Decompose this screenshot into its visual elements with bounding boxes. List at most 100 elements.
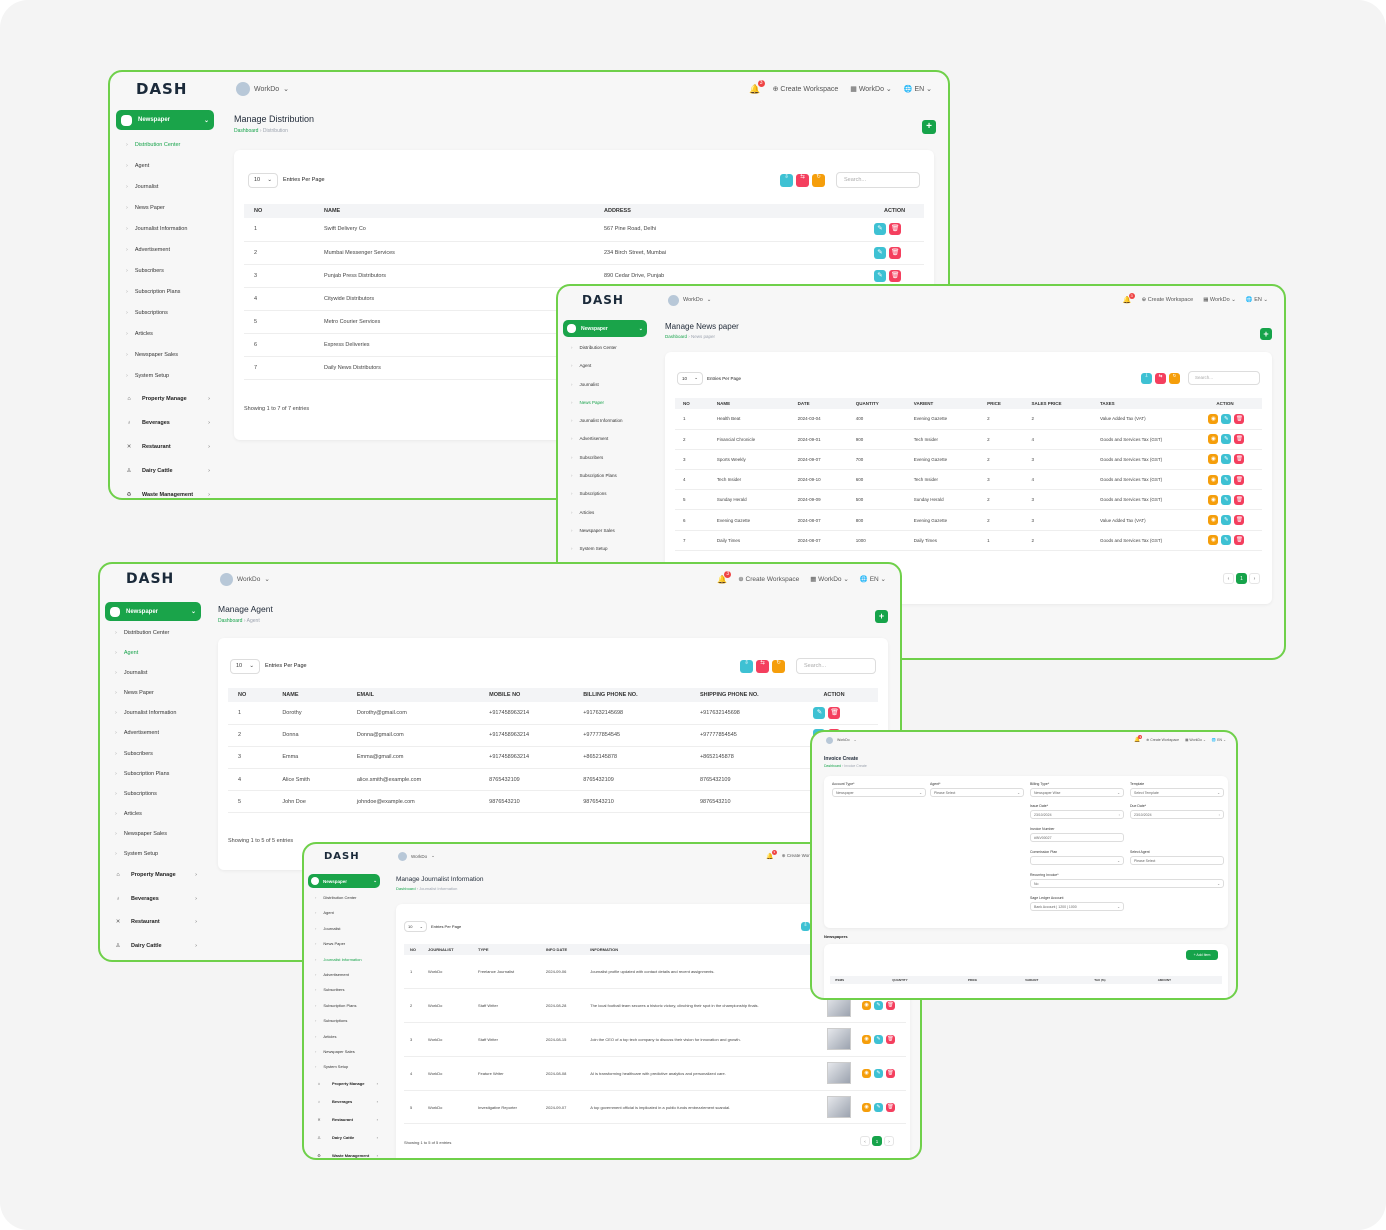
eye-icon[interactable]: ◉ — [1208, 515, 1219, 526]
commission-plan-select[interactable]: ⌄ — [1030, 856, 1124, 865]
bell-icon[interactable]: 🔔 3 — [1134, 735, 1143, 743]
sidebar-item[interactable]: Journalist — [571, 376, 654, 394]
workspace-switcher[interactable]: WorkDo ⌄ — [668, 294, 711, 306]
sidebar-group[interactable]: ♻ Waste Management › — [312, 1147, 378, 1158]
issue-date-input[interactable]: 23/10/2024 ▫ — [1030, 810, 1124, 819]
workspace-menu[interactable]: ▦ WorkDo ⌄ — [810, 575, 849, 583]
delete-icon[interactable]: 🗑 — [885, 1001, 895, 1011]
search-input[interactable]: Search... — [1188, 371, 1260, 385]
delete-icon[interactable]: 🗑 — [889, 246, 901, 259]
delete-icon[interactable]: 🗑 — [889, 269, 901, 282]
sidebar-item[interactable]: Newspaper Sales — [571, 522, 654, 540]
edit-icon[interactable]: ✎ — [1221, 494, 1232, 505]
account-type-select[interactable]: Newspaper ⌄ — [832, 788, 926, 797]
page-button[interactable]: 1 — [1236, 573, 1247, 584]
bell-icon[interactable]: 🔔 3 — [717, 570, 732, 584]
per-page-select[interactable]: 10 ⌄ — [404, 921, 427, 932]
add-item-button[interactable]: + Add Item — [1186, 950, 1218, 960]
edit-icon[interactable]: ✎ — [1221, 434, 1232, 445]
column-header[interactable]: ACTION — [874, 204, 924, 218]
sidebar-item[interactable]: Agent — [571, 357, 654, 375]
sidebar-item[interactable]: Advertisement — [571, 430, 654, 448]
breadcrumb-home[interactable]: Dashboard — [665, 334, 687, 339]
refresh-icon[interactable]: ↻ — [812, 173, 825, 187]
delete-icon[interactable]: 🗑 — [1234, 434, 1245, 445]
sidebar-group[interactable]: ♻ Waste Management › — [122, 483, 210, 498]
edit-icon[interactable]: ✎ — [874, 246, 886, 259]
sidebar-item[interactable]: Journalist — [126, 177, 222, 198]
delete-icon[interactable]: 🗑 — [885, 1034, 895, 1044]
per-page-select[interactable]: 10 ⌄ — [248, 172, 278, 188]
delete-icon[interactable]: 🗑 — [1234, 413, 1245, 424]
sidebar-item[interactable]: Subscription Plans — [571, 467, 654, 485]
column-header[interactable]: NAME — [314, 204, 594, 218]
sidebar-item[interactable]: Subscribers — [126, 261, 222, 282]
sidebar-item[interactable]: System Setup — [315, 1059, 386, 1074]
sidebar-group[interactable]: ♙ Dairy Cattle › — [122, 459, 210, 483]
sidebar-newspaper-group[interactable]: Newspaper ⌄ — [116, 110, 214, 130]
sidebar-item[interactable]: Subscribers — [115, 744, 206, 764]
download-icon[interactable]: ⇩ — [801, 922, 810, 931]
sidebar-group[interactable]: ✕ Restaurant › — [122, 435, 210, 459]
sidebar-item[interactable]: Subscriptions — [571, 485, 654, 503]
column-header[interactable]: JOURNALIST — [422, 944, 473, 955]
edit-icon[interactable]: ✎ — [1221, 413, 1232, 424]
column-header[interactable]: ACTION — [813, 688, 878, 702]
delete-icon[interactable]: 🗑 — [1234, 515, 1245, 526]
sidebar-group[interactable]: ♁ Beverages › — [122, 411, 210, 435]
workspace-switcher[interactable]: WorkDo ⌄ — [236, 82, 289, 96]
sidebar-item[interactable]: Subscriptions — [126, 303, 222, 324]
select-agent-input[interactable]: Please Select — [1130, 856, 1224, 865]
column-header[interactable]: EMAIL — [346, 688, 480, 702]
sidebar-newspaper-group[interactable]: Newspaper ⌄ — [563, 320, 647, 337]
sidebar-group[interactable]: ⌂ Property Manage › — [111, 864, 197, 888]
prev-page-button[interactable]: ‹ — [860, 1136, 870, 1146]
workspace-switcher[interactable]: WorkDo ⌄ — [398, 851, 435, 861]
sidebar-item[interactable]: Agent — [115, 643, 206, 663]
eye-icon[interactable]: ◉ — [1208, 454, 1219, 465]
sidebar-item[interactable]: Newspaper Sales — [115, 824, 206, 844]
sidebar-group[interactable]: ♙ Dairy Cattle › — [312, 1129, 378, 1147]
sidebar-item[interactable]: Distribution Center — [315, 890, 386, 905]
sidebar-item[interactable]: Journalist — [115, 663, 206, 683]
edit-icon[interactable]: ✎ — [1221, 515, 1232, 526]
page-button[interactable]: 1 — [872, 1136, 882, 1146]
column-header[interactable]: ADDRESS — [594, 204, 874, 218]
breadcrumb-home[interactable]: Dashboard — [234, 128, 258, 134]
delete-icon[interactable]: 🗑 — [1234, 474, 1245, 485]
sidebar-item[interactable]: Articles — [571, 504, 654, 522]
sidebar-item[interactable]: Subscriptions — [115, 784, 206, 804]
eye-icon[interactable]: ◉ — [861, 1102, 871, 1112]
delete-icon[interactable]: 🗑 — [885, 1068, 895, 1078]
edit-icon[interactable]: ✎ — [1221, 474, 1232, 485]
refresh-icon[interactable]: ↻ — [1169, 372, 1180, 384]
column-header[interactable]: SALES PRICE — [1023, 398, 1092, 409]
sidebar-item[interactable]: Subscriptions — [315, 1013, 386, 1028]
create-workspace-button[interactable]: ⊕ Create Workspace — [738, 575, 799, 583]
edit-icon[interactable]: ✎ — [873, 1068, 883, 1078]
sidebar-item[interactable]: Newspaper Sales — [126, 345, 222, 366]
sidebar-item[interactable]: System Setup — [115, 844, 206, 864]
sidebar-item[interactable]: Subscription Plans — [315, 998, 386, 1013]
refresh-icon[interactable]: ↻ — [772, 659, 785, 673]
sidebar-group[interactable]: ♙ Dairy Cattle › — [111, 935, 197, 959]
edit-icon[interactable]: ✎ — [1221, 454, 1232, 465]
sidebar-item[interactable]: Journalist Information — [115, 703, 206, 723]
sidebar-item[interactable]: Journalist Information — [126, 219, 222, 240]
edit-icon[interactable]: ✎ — [873, 1102, 883, 1112]
column-header[interactable]: PRICE — [979, 398, 1024, 409]
sidebar-item[interactable]: Newspaper Sales — [315, 1044, 386, 1059]
column-header[interactable]: NAME — [708, 398, 790, 409]
edit-icon[interactable]: ✎ — [1221, 535, 1232, 546]
breadcrumb-home[interactable]: Dashboard — [218, 618, 242, 624]
sidebar-item[interactable]: System Setup — [571, 540, 654, 558]
download-icon[interactable]: ⇩ — [1141, 372, 1152, 384]
sidebar-item[interactable]: Advertisement — [126, 240, 222, 261]
sidebar-group[interactable]: ⌂ Property Manage › — [312, 1075, 378, 1093]
import-icon[interactable]: ⇆ — [796, 173, 809, 187]
language-menu[interactable]: 🌐 EN ⌄ — [860, 575, 886, 583]
bell-icon[interactable]: 🔔 3 — [1123, 293, 1135, 304]
import-icon[interactable]: ⇆ — [1155, 372, 1166, 384]
column-header[interactable]: TAXES — [1091, 398, 1209, 409]
column-header[interactable]: QUANTITY — [847, 398, 906, 409]
